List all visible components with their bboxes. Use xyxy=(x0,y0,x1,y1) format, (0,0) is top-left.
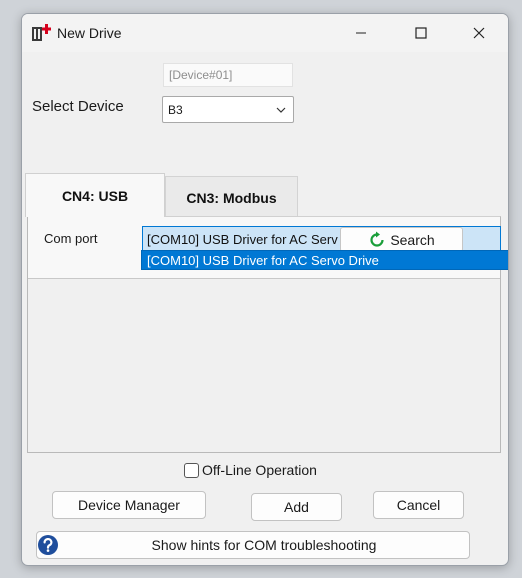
refresh-icon xyxy=(370,231,384,247)
new-drive-window: New Drive [Device#01] Select Device B3 C… xyxy=(21,13,509,566)
checkbox-box[interactable] xyxy=(184,462,199,478)
tab-label: CN3: Modbus xyxy=(186,189,277,206)
maximize-button[interactable] xyxy=(398,14,444,52)
search-label: Search xyxy=(390,231,435,248)
cancel-button[interactable]: Cancel xyxy=(373,491,464,519)
select-device-label: Select Device xyxy=(32,98,124,115)
show-hints-button[interactable]: Show hints for COM troubleshooting xyxy=(36,531,470,559)
help-icon xyxy=(38,535,58,555)
tab-cn3-modbus[interactable]: CN3: Modbus xyxy=(165,176,298,218)
search-button[interactable]: Search xyxy=(340,227,463,252)
close-button[interactable] xyxy=(456,14,502,52)
window-title: New Drive xyxy=(57,25,122,41)
tab-cn4-usb[interactable]: CN4: USB xyxy=(25,173,165,217)
close-icon xyxy=(473,27,485,39)
com-port-label: Com port xyxy=(44,231,98,246)
offline-operation-checkbox[interactable]: Off-Line Operation xyxy=(184,462,317,478)
app-logo-icon xyxy=(32,24,51,41)
title-bar: New Drive xyxy=(22,14,508,52)
offline-label: Off-Line Operation xyxy=(202,462,317,478)
com-port-dropdown-option[interactable]: [COM10] USB Driver for AC Servo Drive xyxy=(141,250,508,270)
device-select-value: B3 xyxy=(168,103,183,117)
minimize-icon xyxy=(356,32,366,34)
minimize-button[interactable] xyxy=(338,14,384,52)
device-select[interactable]: B3 xyxy=(162,96,294,123)
device-id-field[interactable]: [Device#01] xyxy=(163,63,293,87)
add-button[interactable]: Add xyxy=(251,493,342,521)
chevron-down-icon xyxy=(276,107,286,113)
device-manager-button[interactable]: Device Manager xyxy=(52,491,206,519)
tab-label: CN4: USB xyxy=(61,187,129,204)
dropdown-option-label: [COM10] USB Driver for AC Servo Drive xyxy=(147,253,379,268)
maximize-icon xyxy=(415,27,427,39)
com-port-value: [COM10] USB Driver for AC Serv xyxy=(147,232,338,247)
